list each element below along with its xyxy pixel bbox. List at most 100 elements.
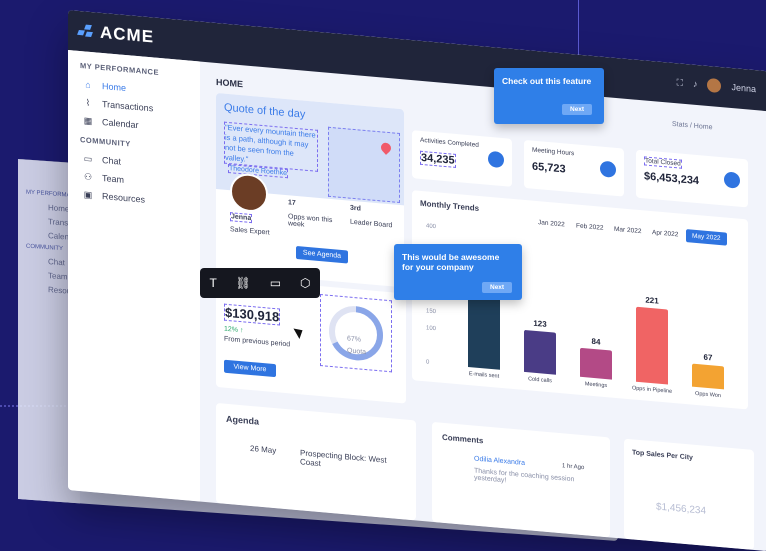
tooltip-text: This would be awesome for your company bbox=[402, 252, 500, 272]
sidebar-item-team[interactable]: ⚇ Team bbox=[82, 169, 124, 187]
quote-card: Quote of the day "Ever every mountain th… bbox=[216, 92, 404, 288]
map-pin-icon bbox=[378, 140, 394, 155]
floating-toolbar: T ⛓ ▭ ⬡ bbox=[200, 268, 320, 298]
target-icon[interactable] bbox=[724, 171, 740, 189]
comments-title: Comments bbox=[442, 432, 484, 446]
person-name: Jenna bbox=[230, 212, 253, 224]
agenda-card: Agenda 26 May Prospecting Block: West Co… bbox=[216, 402, 416, 521]
sales-change-note: From previous period bbox=[224, 335, 291, 349]
rank-label: Leader Board bbox=[350, 218, 393, 230]
bell-icon[interactable]: ♪ bbox=[693, 79, 698, 89]
quota-gauge: 67% Quota bbox=[320, 294, 392, 373]
sidebar-item-resources[interactable]: ▣ Resources bbox=[82, 187, 145, 207]
stat-card-meeting-hours: Meeting Hours 65,723 bbox=[524, 139, 624, 197]
comment-author: Odilia Alexandra bbox=[474, 455, 525, 467]
bar-value-label: 67 bbox=[703, 352, 713, 363]
ghost-nav-home: Home bbox=[48, 203, 70, 214]
expand-icon[interactable]: ⛶ bbox=[677, 77, 683, 89]
sidebar-item-calendar[interactable]: ▦ Calendar bbox=[82, 113, 139, 132]
sidebar-item-transactions[interactable]: ⌇ Transactions bbox=[82, 95, 153, 115]
bar-value-label: 221 bbox=[645, 295, 659, 306]
ghost-nav-team: Team bbox=[48, 271, 68, 282]
y-tick-label: 0 bbox=[426, 359, 430, 366]
comment-text: Thanks for the coaching session yesterda… bbox=[474, 467, 575, 485]
top-sales-value: $1,456,234 bbox=[656, 501, 707, 517]
sidebar-item-label: Team bbox=[102, 172, 125, 185]
tab-may-2022[interactable]: May 2022 bbox=[686, 229, 727, 246]
acme-logo-icon bbox=[77, 24, 94, 38]
stat-value: $6,453,234 bbox=[644, 170, 700, 188]
feature-tooltip: Check out this feature Next bbox=[494, 68, 604, 124]
trends-title: Monthly Trends bbox=[420, 198, 480, 213]
tab-apr-2022[interactable]: Apr 2022 bbox=[652, 229, 678, 238]
breadcrumb[interactable]: Stats / Home bbox=[672, 121, 712, 132]
stat-value: 65,723 bbox=[532, 160, 566, 176]
tab-feb-2022[interactable]: Feb 2022 bbox=[576, 222, 603, 231]
stat-card-total-closed: Total Closed $6,453,234 bbox=[636, 149, 748, 208]
bar-value-label: 123 bbox=[533, 318, 547, 330]
category-label: Opps in Pipeline bbox=[631, 385, 673, 395]
sidebar-item-label: Calendar bbox=[102, 116, 139, 131]
sidebar-item-chat[interactable]: ▭ Chat bbox=[82, 151, 121, 168]
person-role: Sales Expert bbox=[230, 226, 270, 237]
sales-change: 12% ↑ bbox=[224, 325, 244, 335]
tab-mar-2022[interactable]: Mar 2022 bbox=[614, 226, 641, 235]
top-sales-title: Top Sales Per City bbox=[632, 449, 693, 462]
bar-value-label: 84 bbox=[591, 337, 601, 348]
tab-jan-2022[interactable]: Jan 2022 bbox=[538, 219, 565, 228]
sidebar-item-home[interactable]: ⌂ Home bbox=[82, 77, 126, 95]
agenda-title: Agenda bbox=[226, 413, 260, 427]
resources-icon: ▣ bbox=[83, 188, 93, 200]
category-label: E-mails sent bbox=[468, 371, 500, 380]
stat-label: Total Closed bbox=[644, 156, 682, 169]
sidebar-item-label: Transactions bbox=[102, 98, 154, 114]
stat-label: Meeting Hours bbox=[532, 146, 575, 158]
avatar[interactable] bbox=[707, 77, 722, 94]
bar-cold-calls[interactable] bbox=[524, 330, 556, 375]
stat-value: 34,235 bbox=[420, 150, 456, 168]
sidebar: MY PERFORMANCE ⌂ Home ⌇ Transactions ▦ Cale… bbox=[68, 50, 200, 502]
awesome-tooltip: This would be awesome for your company N… bbox=[394, 244, 522, 300]
chat-icon: ▭ bbox=[83, 152, 93, 164]
opps-value: 17 bbox=[288, 199, 296, 207]
activity-icon[interactable] bbox=[488, 150, 504, 169]
sidebar-section-community: COMMUNITY bbox=[80, 135, 131, 149]
tooltip-next-button[interactable]: Next bbox=[562, 104, 593, 115]
user-name[interactable]: Jenna bbox=[731, 82, 756, 94]
see-agenda-button[interactable]: See Agenda bbox=[296, 245, 348, 264]
sidebar-item-label: Resources bbox=[102, 190, 146, 205]
bar-meetings[interactable] bbox=[580, 348, 612, 380]
connector-line bbox=[578, 0, 579, 60]
bar-opps-won[interactable] bbox=[692, 363, 724, 390]
stat-label: Activities Completed bbox=[420, 136, 479, 149]
chart-icon: ⌇ bbox=[85, 97, 91, 108]
comment-icon[interactable]: ▭ bbox=[270, 276, 281, 290]
phone-icon[interactable] bbox=[600, 160, 616, 178]
view-more-button[interactable]: View More bbox=[224, 359, 276, 378]
comments-card: Comments Odilia Alexandra 1 hr Ago Thank… bbox=[432, 421, 610, 538]
agenda-event[interactable]: Prospecting Block: West Coast bbox=[300, 448, 390, 474]
team-icon: ⚇ bbox=[83, 170, 93, 182]
agenda-date: 26 May bbox=[250, 443, 277, 456]
rank-value: 3rd bbox=[350, 204, 361, 213]
category-label: Meetings bbox=[584, 381, 608, 390]
gauge-value: 67% bbox=[347, 335, 362, 344]
calendar-icon: ▦ bbox=[83, 114, 93, 126]
y-tick-label: 150 bbox=[426, 308, 437, 316]
link-icon[interactable]: ⛓ bbox=[236, 276, 251, 290]
route-map-image bbox=[328, 126, 400, 204]
page-title: HOME bbox=[216, 76, 243, 90]
top-sales-card: Top Sales Per City $1,456,234 bbox=[624, 438, 754, 551]
category-label: Opps Won bbox=[695, 390, 721, 400]
text-tool-icon[interactable]: T bbox=[209, 276, 216, 290]
tooltip-next-button[interactable]: Next bbox=[482, 282, 513, 293]
cube-icon[interactable]: ⬡ bbox=[300, 276, 310, 290]
sales-value: $130,918 bbox=[224, 303, 281, 326]
sidebar-item-label: Home bbox=[102, 80, 127, 94]
sidebar-item-label: Chat bbox=[102, 154, 122, 167]
comment-date: 1 hr Ago bbox=[562, 463, 585, 472]
sidebar-section-performance: MY PERFORMANCE bbox=[80, 61, 159, 77]
gauge-ring bbox=[329, 306, 383, 361]
y-tick-label: 100 bbox=[426, 325, 437, 333]
bar-opps-in-pipeline[interactable] bbox=[636, 306, 668, 385]
